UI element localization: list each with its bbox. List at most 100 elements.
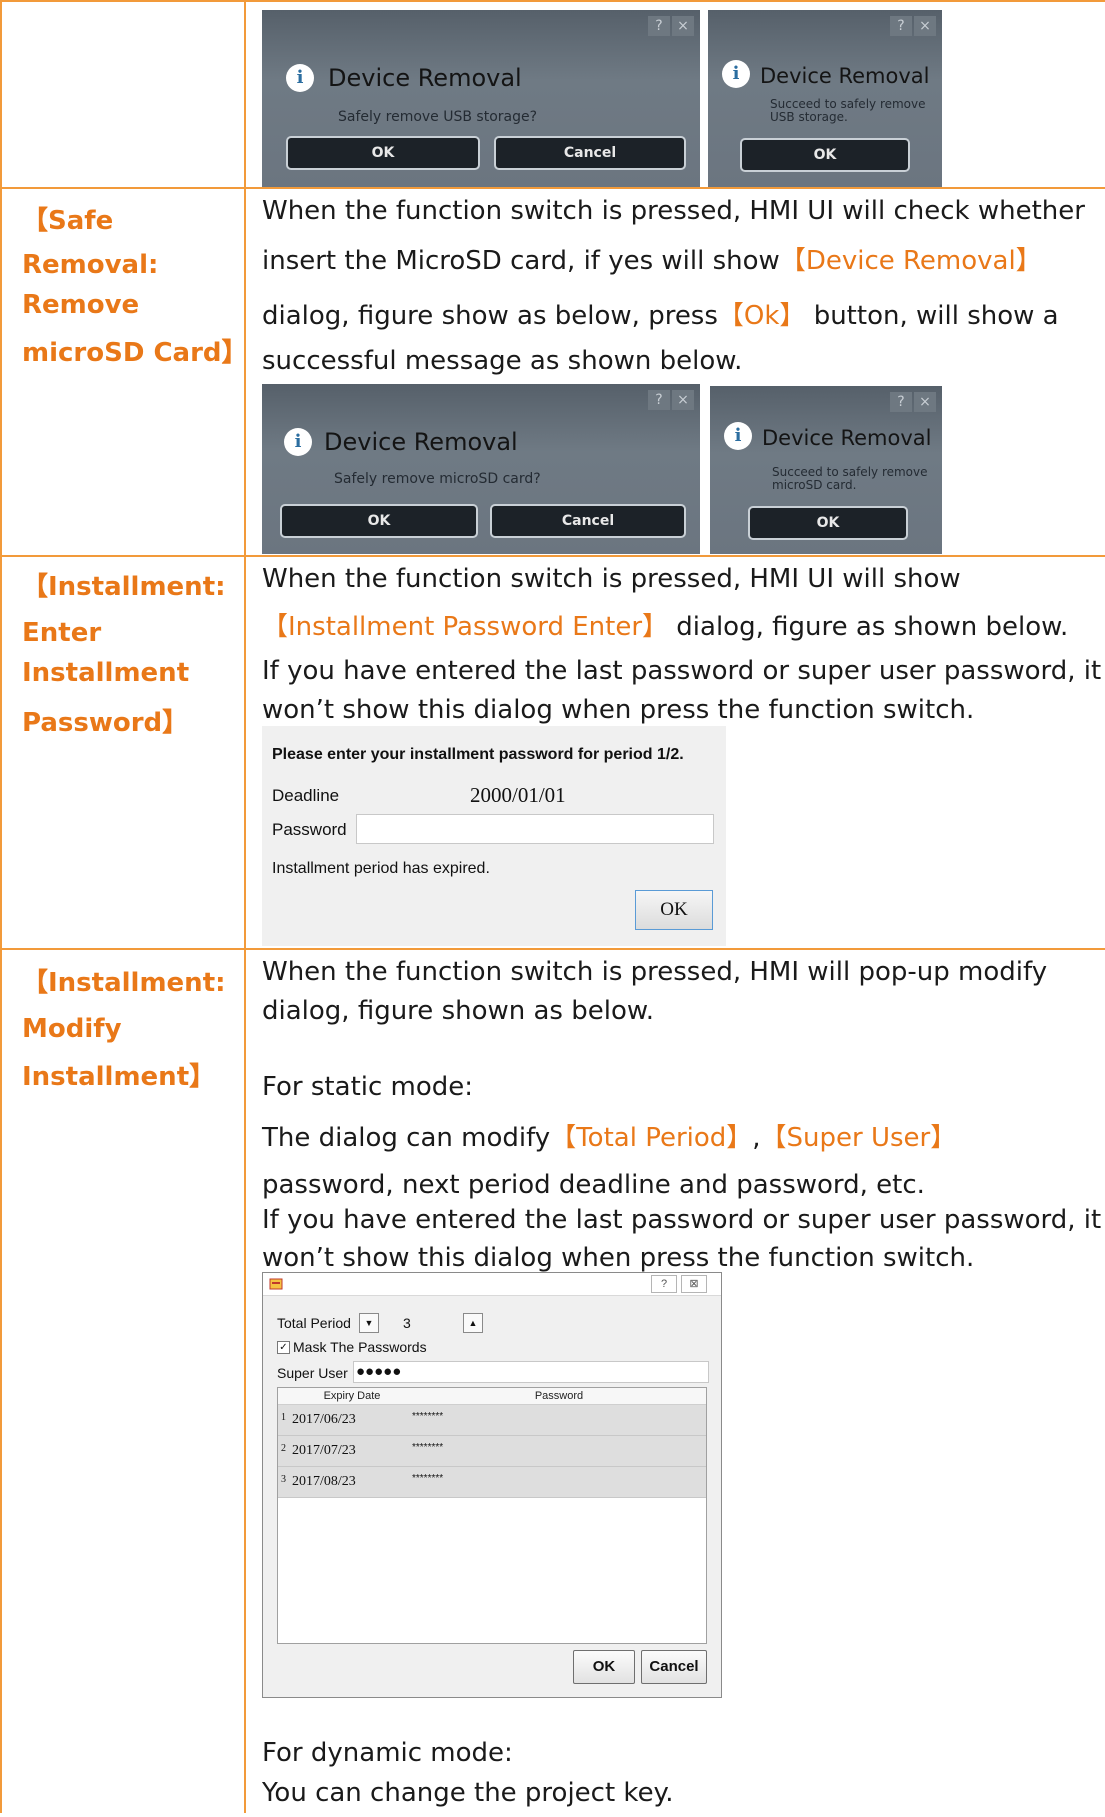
row-index: 1 [281,1412,286,1423]
ok-button[interactable]: OK [573,1650,635,1684]
info-icon: i [724,422,752,450]
cancel-button[interactable]: Cancel [641,1650,707,1684]
label-line: Password】 [22,708,189,738]
paragraph-line: The dialog can modify【Total Period】,【Sup… [262,1114,1102,1162]
installment-password-dialog: Please enter your installment password f… [262,726,726,946]
dialog-heading: Please enter your installment password f… [272,746,684,763]
label-line: 【Installment: [22,572,226,602]
usb-success-dialog-photo: ? × i Device Removal Succeed to safely re… [708,10,942,187]
label-line: 【Safe [22,206,114,236]
password-cell[interactable]: ******** [412,1442,443,1453]
dialog-titlebar: ? ⊠ [263,1273,721,1296]
table-column-divider [244,0,246,1813]
password-cell[interactable]: ******** [412,1473,443,1484]
paragraph-line: dialog, figure show as below, press【Ok】 … [262,292,1102,340]
table-border-left [0,0,2,1813]
deadline-value: 2000/01/01 [470,783,566,807]
installment-table: Expiry Date Password 1 2017/06/23 ******… [277,1387,707,1644]
total-period-value[interactable]: 3 [403,1315,411,1331]
expiry-date-cell[interactable]: 2017/07/23 [292,1443,356,1459]
highlight-term: 【Ok】 [717,301,806,331]
ok-button[interactable]: OK [635,890,713,930]
paragraph-line: 【Installment Password Enter】 dialog, fig… [262,603,1102,651]
info-icon: i [722,60,750,88]
dialog-message: Succeed to safely remove microSD card. [772,466,928,492]
text: , [752,1123,761,1153]
title-buttons: ? × [888,392,936,412]
password-field[interactable] [356,814,714,844]
paragraph-line: You can change the project key. [262,1778,674,1808]
app-icon [269,1278,283,1290]
highlight-term: 【Total Period】 [550,1123,753,1153]
text: button, will show a [805,301,1059,331]
super-user-label: Super User [277,1365,348,1381]
text: dialog, figure as shown below. [668,612,1069,642]
paragraph-line: insert the MicroSD card, if yes will sho… [262,237,1102,285]
label-line: microSD Card】 [22,338,248,368]
dialog-message: Safely remove microSD card? [334,471,541,487]
close-icon: × [914,16,936,36]
paragraph-line: dialog, figure shown as below. [262,996,655,1026]
dialog-message: Safely remove USB storage? [338,109,538,125]
deadline-label: Deadline [272,786,340,805]
row-label-installment-enter: 【Installment: Enter Installment Password… [22,564,242,746]
label-line: 【Installment: [22,968,226,998]
message-line: microSD card. [772,478,857,492]
dialog-title: Device Removal [762,426,932,450]
close-icon: × [672,390,694,410]
close-icon: × [914,392,936,412]
total-period-label: Total Period [277,1315,351,1331]
help-icon: ? [648,16,670,36]
row-label-safe-removal: 【Safe Removal: Remove microSD Card】 [22,198,248,376]
password-label: Password [272,820,347,839]
help-icon: ? [890,392,912,412]
highlight-term: 【Device Removal】 [779,246,1042,276]
mask-checkbox[interactable]: ✓ [277,1341,290,1354]
highlight-term: 【Installment Password Enter】 [262,612,669,642]
modify-installment-dialog: ? ⊠ Total Period ▼ 3 ▲ ✓ Mask The Passwo… [262,1272,722,1698]
sd-success-dialog-photo: ? × i Device Removal Succeed to safely re… [710,386,942,554]
password-cell[interactable]: ******** [412,1411,443,1422]
paragraph-line: When the function switch is pressed, HMI… [262,196,1085,226]
expiry-date-cell[interactable]: 2017/06/23 [292,1412,356,1428]
label-line: Installment】 [22,1062,216,1092]
table-row[interactable]: 2 2017/07/23 ******** [278,1436,706,1467]
paragraph-line: When the function switch is pressed, HMI… [262,564,961,594]
close-icon: × [672,16,694,36]
info-icon: i [286,64,314,92]
table-row[interactable]: 1 2017/06/23 ******** [278,1405,706,1436]
help-icon: ? [890,16,912,36]
status-text: Installment period has expired. [272,860,490,877]
column-header-expiry: Expiry Date [292,1388,412,1405]
table-border-top [0,0,1105,2]
row-index: 3 [281,1474,286,1485]
cancel-button: Cancel [494,136,686,170]
increment-button[interactable]: ▲ [463,1313,483,1333]
paragraph-line: For static mode: [262,1072,474,1102]
highlight-term: 【Super User】 [760,1123,957,1153]
super-user-field[interactable]: ●●●●● [353,1361,709,1383]
text: dialog, figure show as below, press [262,301,718,331]
close-icon[interactable]: ⊠ [681,1275,707,1293]
dialog-title: Device Removal [324,428,518,456]
dialog-title: Device Removal [328,64,522,92]
table-row[interactable]: 3 2017/08/23 ******** [278,1467,706,1498]
label-line: Remove [22,290,140,320]
sd-confirm-dialog-photo: ? × i Device Removal Safely remove microS… [262,384,700,554]
expiry-date-cell[interactable]: 2017/08/23 [292,1474,356,1490]
title-buttons: ? × [646,390,694,410]
decrement-button[interactable]: ▼ [359,1313,379,1333]
help-icon: ? [648,390,670,410]
mask-label: Mask The Passwords [293,1339,427,1355]
dialog-message: Succeed to safely remove USB storage. [770,98,926,124]
row-index: 2 [281,1443,286,1454]
message-line: USB storage. [770,110,848,124]
ok-button: OK [280,504,478,538]
usb-confirm-dialog-photo: ? × i Device Removal Safely remove USB st… [262,10,700,187]
ok-button: OK [286,136,480,170]
label-line: Modify [22,1014,122,1044]
corner-header [278,1388,292,1405]
title-buttons: ? × [888,16,936,36]
help-icon[interactable]: ? [651,1275,677,1293]
ok-button: OK [740,138,910,172]
